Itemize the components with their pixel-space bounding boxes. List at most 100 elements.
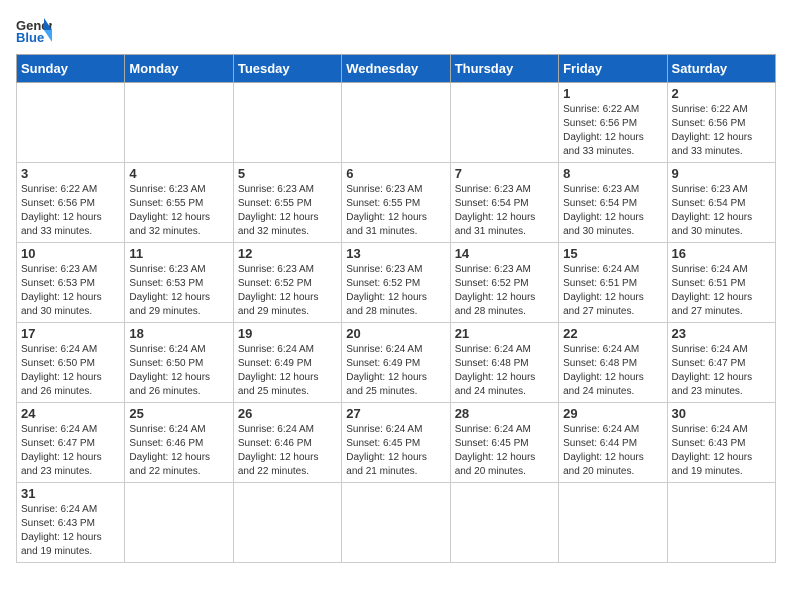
- day-info: Sunrise: 6:24 AM Sunset: 6:47 PM Dayligh…: [672, 343, 771, 399]
- day-number: 31: [21, 486, 120, 501]
- day-info: Sunrise: 6:24 AM Sunset: 6:49 PM Dayligh…: [238, 343, 337, 399]
- day-number: 3: [21, 166, 120, 181]
- calendar-cell: [342, 483, 450, 563]
- calendar-cell: 28Sunrise: 6:24 AM Sunset: 6:45 PM Dayli…: [450, 403, 558, 483]
- calendar-cell: [559, 483, 667, 563]
- calendar-cell: 7 Sunrise: 6:23 AM Sunset: 6:54 PM Daylig…: [450, 163, 558, 243]
- day-number: 17: [21, 326, 120, 341]
- day-info: Sunrise: 6:23 AM Sunset: 6:53 PM Dayligh…: [21, 263, 120, 319]
- day-number: 8: [563, 166, 662, 181]
- day-number: 20: [346, 326, 445, 341]
- calendar-cell: 30Sunrise: 6:24 AM Sunset: 6:43 PM Dayli…: [667, 403, 775, 483]
- day-info: Sunrise: 6:24 AM Sunset: 6:49 PM Dayligh…: [346, 343, 445, 399]
- weekday-header-monday: Monday: [125, 55, 233, 83]
- day-info: Sunrise: 6:23 AM Sunset: 6:55 PM Dayligh…: [238, 183, 337, 239]
- week-row-6: 31Sunrise: 6:24 AM Sunset: 6:43 PM Dayli…: [17, 483, 776, 563]
- day-number: 22: [563, 326, 662, 341]
- week-row-3: 10 Sunrise: 6:23 AM Sunset: 6:53 PM Dayli…: [17, 243, 776, 323]
- calendar-cell: [342, 83, 450, 163]
- day-number: 1: [563, 86, 662, 101]
- calendar-cell: 5 Sunrise: 6:23 AM Sunset: 6:55 PM Daylig…: [233, 163, 341, 243]
- calendar-cell: 25 Sunrise: 6:24 AM Sunset: 6:46 PM Dayli…: [125, 403, 233, 483]
- calendar-cell: 11 Sunrise: 6:23 AM Sunset: 6:53 PM Dayli…: [125, 243, 233, 323]
- calendar-cell: 21Sunrise: 6:24 AM Sunset: 6:48 PM Dayli…: [450, 323, 558, 403]
- calendar-cell: 12Sunrise: 6:23 AM Sunset: 6:52 PM Dayli…: [233, 243, 341, 323]
- calendar-cell: 10 Sunrise: 6:23 AM Sunset: 6:53 PM Dayli…: [17, 243, 125, 323]
- day-number: 27: [346, 406, 445, 421]
- calendar-cell: 27 Sunrise: 6:24 AM Sunset: 6:45 PM Dayli…: [342, 403, 450, 483]
- day-info: Sunrise: 6:23 AM Sunset: 6:54 PM Dayligh…: [672, 183, 771, 239]
- day-number: 19: [238, 326, 337, 341]
- day-number: 13: [346, 246, 445, 261]
- day-info: Sunrise: 6:22 AM Sunset: 6:56 PM Dayligh…: [672, 103, 771, 159]
- calendar-cell: 24Sunrise: 6:24 AM Sunset: 6:47 PM Dayli…: [17, 403, 125, 483]
- calendar-cell: 16Sunrise: 6:24 AM Sunset: 6:51 PM Dayli…: [667, 243, 775, 323]
- day-number: 12: [238, 246, 337, 261]
- calendar-cell: 9 Sunrise: 6:23 AM Sunset: 6:54 PM Daylig…: [667, 163, 775, 243]
- week-row-5: 24Sunrise: 6:24 AM Sunset: 6:47 PM Dayli…: [17, 403, 776, 483]
- day-info: Sunrise: 6:24 AM Sunset: 6:46 PM Dayligh…: [238, 423, 337, 479]
- calendar-cell: 3 Sunrise: 6:22 AM Sunset: 6:56 PM Daylig…: [17, 163, 125, 243]
- day-info: Sunrise: 6:23 AM Sunset: 6:54 PM Dayligh…: [563, 183, 662, 239]
- day-number: 9: [672, 166, 771, 181]
- calendar-cell: 8 Sunrise: 6:23 AM Sunset: 6:54 PM Daylig…: [559, 163, 667, 243]
- calendar-cell: [233, 483, 341, 563]
- day-info: Sunrise: 6:22 AM Sunset: 6:56 PM Dayligh…: [21, 183, 120, 239]
- day-info: Sunrise: 6:23 AM Sunset: 6:53 PM Dayligh…: [129, 263, 228, 319]
- weekday-header-sunday: Sunday: [17, 55, 125, 83]
- calendar-cell: 22 Sunrise: 6:24 AM Sunset: 6:48 PM Dayli…: [559, 323, 667, 403]
- day-number: 11: [129, 246, 228, 261]
- calendar-cell: 13Sunrise: 6:23 AM Sunset: 6:52 PM Dayli…: [342, 243, 450, 323]
- day-info: Sunrise: 6:24 AM Sunset: 6:48 PM Dayligh…: [563, 343, 662, 399]
- weekday-header-row: SundayMondayTuesdayWednesdayThursdayFrid…: [17, 55, 776, 83]
- day-info: Sunrise: 6:22 AM Sunset: 6:56 PM Dayligh…: [563, 103, 662, 159]
- weekday-header-friday: Friday: [559, 55, 667, 83]
- day-number: 2: [672, 86, 771, 101]
- week-row-4: 17 Sunrise: 6:24 AM Sunset: 6:50 PM Dayli…: [17, 323, 776, 403]
- calendar-cell: [233, 83, 341, 163]
- day-number: 18: [129, 326, 228, 341]
- calendar-cell: 1 Sunrise: 6:22 AM Sunset: 6:56 PM Daylig…: [559, 83, 667, 163]
- calendar-cell: [17, 83, 125, 163]
- day-number: 4: [129, 166, 228, 181]
- day-info: Sunrise: 6:24 AM Sunset: 6:48 PM Dayligh…: [455, 343, 554, 399]
- day-info: Sunrise: 6:24 AM Sunset: 6:46 PM Dayligh…: [129, 423, 228, 479]
- calendar-cell: [125, 483, 233, 563]
- week-row-1: 1 Sunrise: 6:22 AM Sunset: 6:56 PM Daylig…: [17, 83, 776, 163]
- week-row-2: 3 Sunrise: 6:22 AM Sunset: 6:56 PM Daylig…: [17, 163, 776, 243]
- calendar-cell: 4 Sunrise: 6:23 AM Sunset: 6:55 PM Daylig…: [125, 163, 233, 243]
- calendar-cell: 31Sunrise: 6:24 AM Sunset: 6:43 PM Dayli…: [17, 483, 125, 563]
- day-info: Sunrise: 6:24 AM Sunset: 6:45 PM Dayligh…: [455, 423, 554, 479]
- day-info: Sunrise: 6:24 AM Sunset: 6:43 PM Dayligh…: [672, 423, 771, 479]
- day-info: Sunrise: 6:23 AM Sunset: 6:54 PM Dayligh…: [455, 183, 554, 239]
- day-info: Sunrise: 6:24 AM Sunset: 6:51 PM Dayligh…: [563, 263, 662, 319]
- day-number: 7: [455, 166, 554, 181]
- day-info: Sunrise: 6:24 AM Sunset: 6:50 PM Dayligh…: [129, 343, 228, 399]
- weekday-header-saturday: Saturday: [667, 55, 775, 83]
- day-number: 26: [238, 406, 337, 421]
- calendar-cell: 17Sunrise: 6:24 AM Sunset: 6:50 PM Dayli…: [17, 323, 125, 403]
- weekday-header-wednesday: Wednesday: [342, 55, 450, 83]
- calendar-cell: 29Sunrise: 6:24 AM Sunset: 6:44 PM Dayli…: [559, 403, 667, 483]
- calendar-cell: 18 Sunrise: 6:24 AM Sunset: 6:50 PM Dayli…: [125, 323, 233, 403]
- day-number: 29: [563, 406, 662, 421]
- calendar-cell: 2 Sunrise: 6:22 AM Sunset: 6:56 PM Daylig…: [667, 83, 775, 163]
- day-info: Sunrise: 6:24 AM Sunset: 6:47 PM Dayligh…: [21, 423, 120, 479]
- calendar-cell: 20 Sunrise: 6:24 AM Sunset: 6:49 PM Dayli…: [342, 323, 450, 403]
- calendar-cell: [450, 83, 558, 163]
- day-info: Sunrise: 6:23 AM Sunset: 6:55 PM Dayligh…: [346, 183, 445, 239]
- day-number: 10: [21, 246, 120, 261]
- svg-text:Blue: Blue: [16, 30, 44, 44]
- day-number: 25: [129, 406, 228, 421]
- day-number: 5: [238, 166, 337, 181]
- calendar-cell: 6Sunrise: 6:23 AM Sunset: 6:55 PM Daylig…: [342, 163, 450, 243]
- weekday-header-thursday: Thursday: [450, 55, 558, 83]
- calendar-cell: [450, 483, 558, 563]
- day-info: Sunrise: 6:24 AM Sunset: 6:45 PM Dayligh…: [346, 423, 445, 479]
- day-number: 15: [563, 246, 662, 261]
- calendar-cell: [667, 483, 775, 563]
- day-number: 23: [672, 326, 771, 341]
- logo-icon: General Blue: [16, 16, 52, 44]
- page-header: General Blue: [16, 16, 776, 44]
- day-info: Sunrise: 6:23 AM Sunset: 6:55 PM Dayligh…: [129, 183, 228, 239]
